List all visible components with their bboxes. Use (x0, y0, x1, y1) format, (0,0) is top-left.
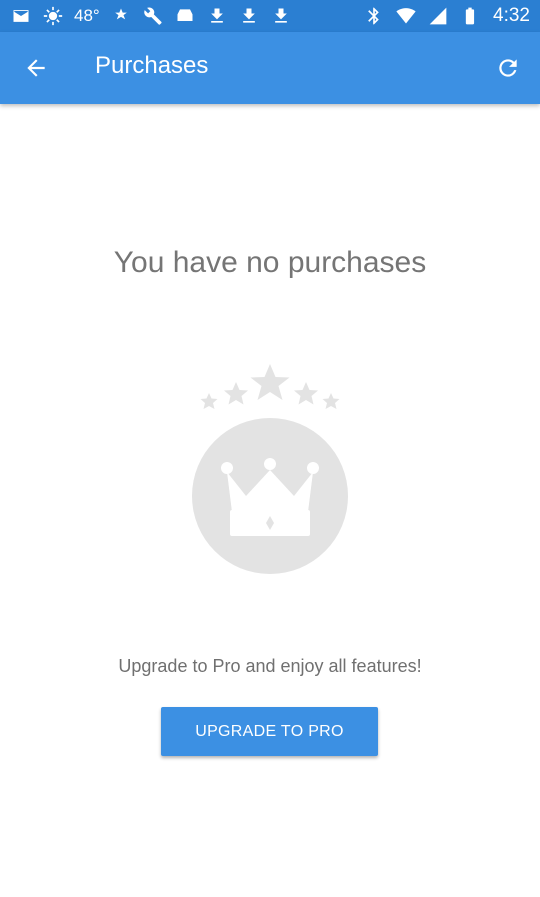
temperature-text: 48° (74, 6, 100, 25)
back-button[interactable] (14, 46, 58, 90)
status-bar: 48° 4:32 (0, 0, 540, 32)
wrench-icon (142, 5, 164, 27)
mail-icon (10, 5, 32, 27)
bluetooth-icon (363, 5, 385, 27)
star-icon (200, 393, 218, 409)
wifi-icon (395, 5, 417, 27)
signal-icon (427, 5, 449, 27)
clock-text: 4:32 (493, 5, 530, 26)
weather-icon (110, 5, 132, 27)
download-icon (238, 5, 260, 27)
upgrade-subtitle: Upgrade to Pro and enjoy all features! (118, 656, 422, 676)
download-icon (206, 5, 228, 27)
battery-icon (459, 5, 481, 27)
crown-with-stars-icon (190, 360, 350, 580)
page-title: Purchases (95, 52, 209, 79)
refresh-button[interactable] (486, 46, 530, 90)
app-bar: Purchases (0, 32, 540, 104)
status-right: 4:32 (363, 5, 530, 27)
star-icon (322, 393, 340, 409)
download-icon (270, 5, 292, 27)
star-icon (250, 364, 290, 400)
empty-state-title: You have no purchases (113, 246, 427, 279)
sun-icon (42, 5, 64, 27)
arrow-back-icon (27, 59, 45, 77)
star-icon (224, 382, 248, 405)
upgrade-to-pro-button[interactable]: UPGRADE TO PRO (161, 707, 378, 756)
refresh-icon (499, 59, 517, 77)
star-icon (294, 382, 318, 405)
status-left: 48° (10, 5, 292, 27)
game-controller-icon (174, 5, 196, 27)
